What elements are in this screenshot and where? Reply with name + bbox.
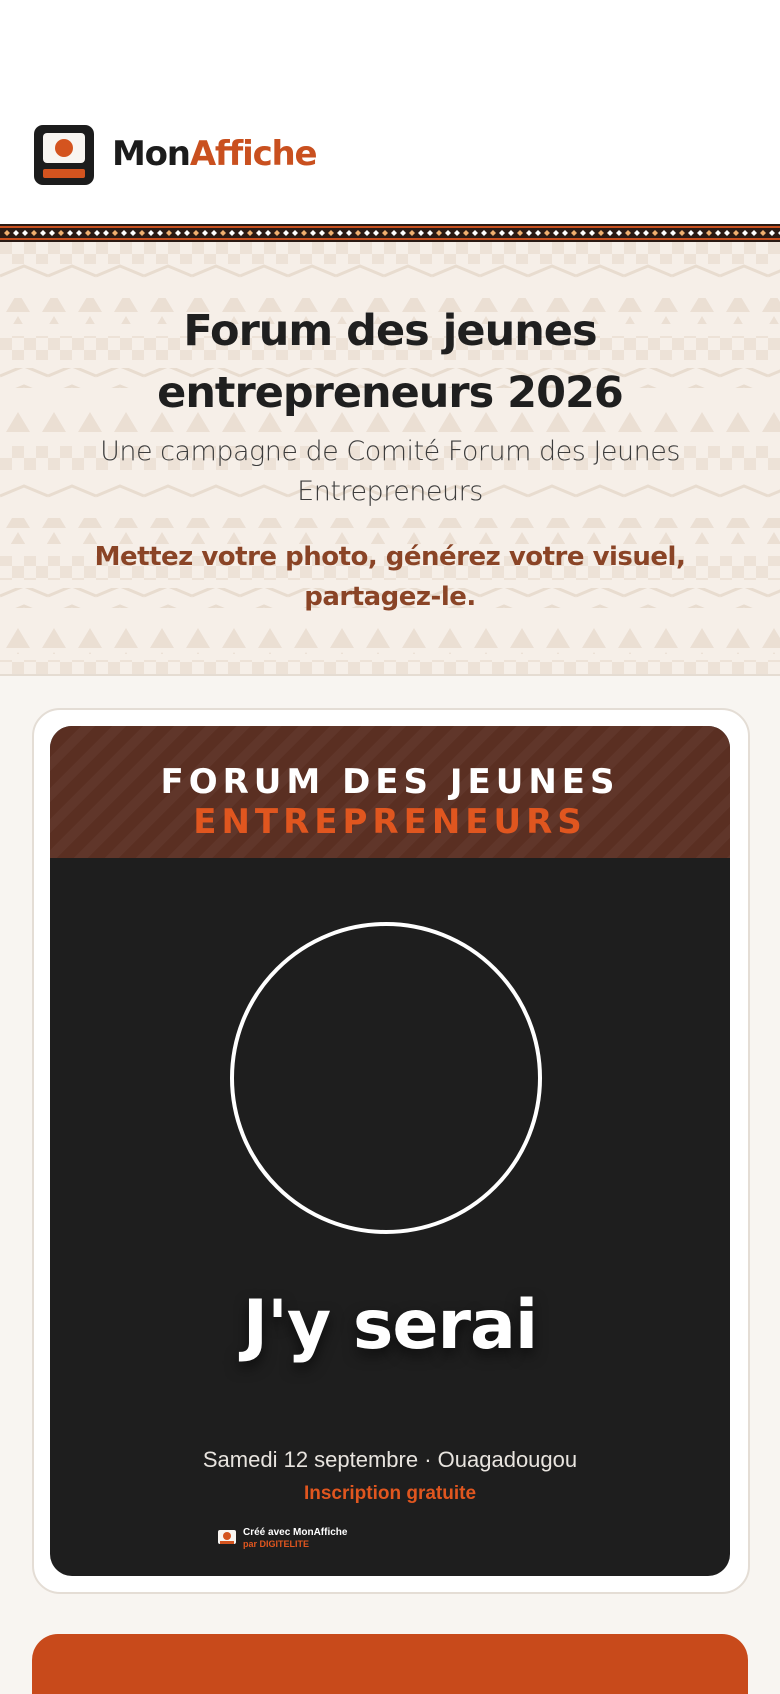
brand-name[interactable]: MonAffiche: [112, 133, 318, 175]
logo-frame: [43, 133, 85, 163]
app-logo-icon[interactable]: [34, 125, 94, 185]
poster-title-line2: ENTREPRENEURS: [193, 802, 587, 842]
brand-name-part2: Affiche: [189, 134, 318, 174]
poster-preview: FORUM DES JEUNES ENTREPRENEURS J'y serai…: [50, 726, 730, 1576]
poster-headline: J'y serai: [242, 1286, 538, 1365]
photo-upload-circle[interactable]: [230, 922, 542, 1234]
campaign-subtitle: Une campagne de Comité Forum des Jeunes …: [100, 436, 680, 507]
hero-section: Forum des jeunes entrepreneurs 2026 Une …: [0, 242, 780, 676]
decorative-strip: [0, 224, 780, 242]
poster-title-line1: FORUM DES JEUNES: [160, 762, 620, 802]
logo-bar: [43, 169, 85, 178]
credit-author: par DIGITELITE: [243, 1539, 310, 1549]
mini-logo-icon: [218, 1530, 236, 1544]
poster-header: FORUM DES JEUNES ENTREPRENEURS: [50, 726, 730, 858]
call-to-action-text: Mettez votre photo, générez votre visuel…: [94, 542, 686, 612]
credit-text: Créé avec MonAffiche: [243, 1527, 348, 1538]
top-header: MonAffiche: [0, 0, 780, 224]
primary-action-button[interactable]: [32, 1634, 748, 1694]
brand-name-part1: Mon: [112, 134, 191, 174]
logo-dot: [55, 139, 73, 157]
registration-note: Inscription gratuite: [303, 1483, 477, 1504]
page-title: Forum des jeunes entrepreneurs 2026: [157, 306, 624, 418]
event-date-place: Samedi 12 septembre · Ouagadougou: [202, 1447, 578, 1472]
